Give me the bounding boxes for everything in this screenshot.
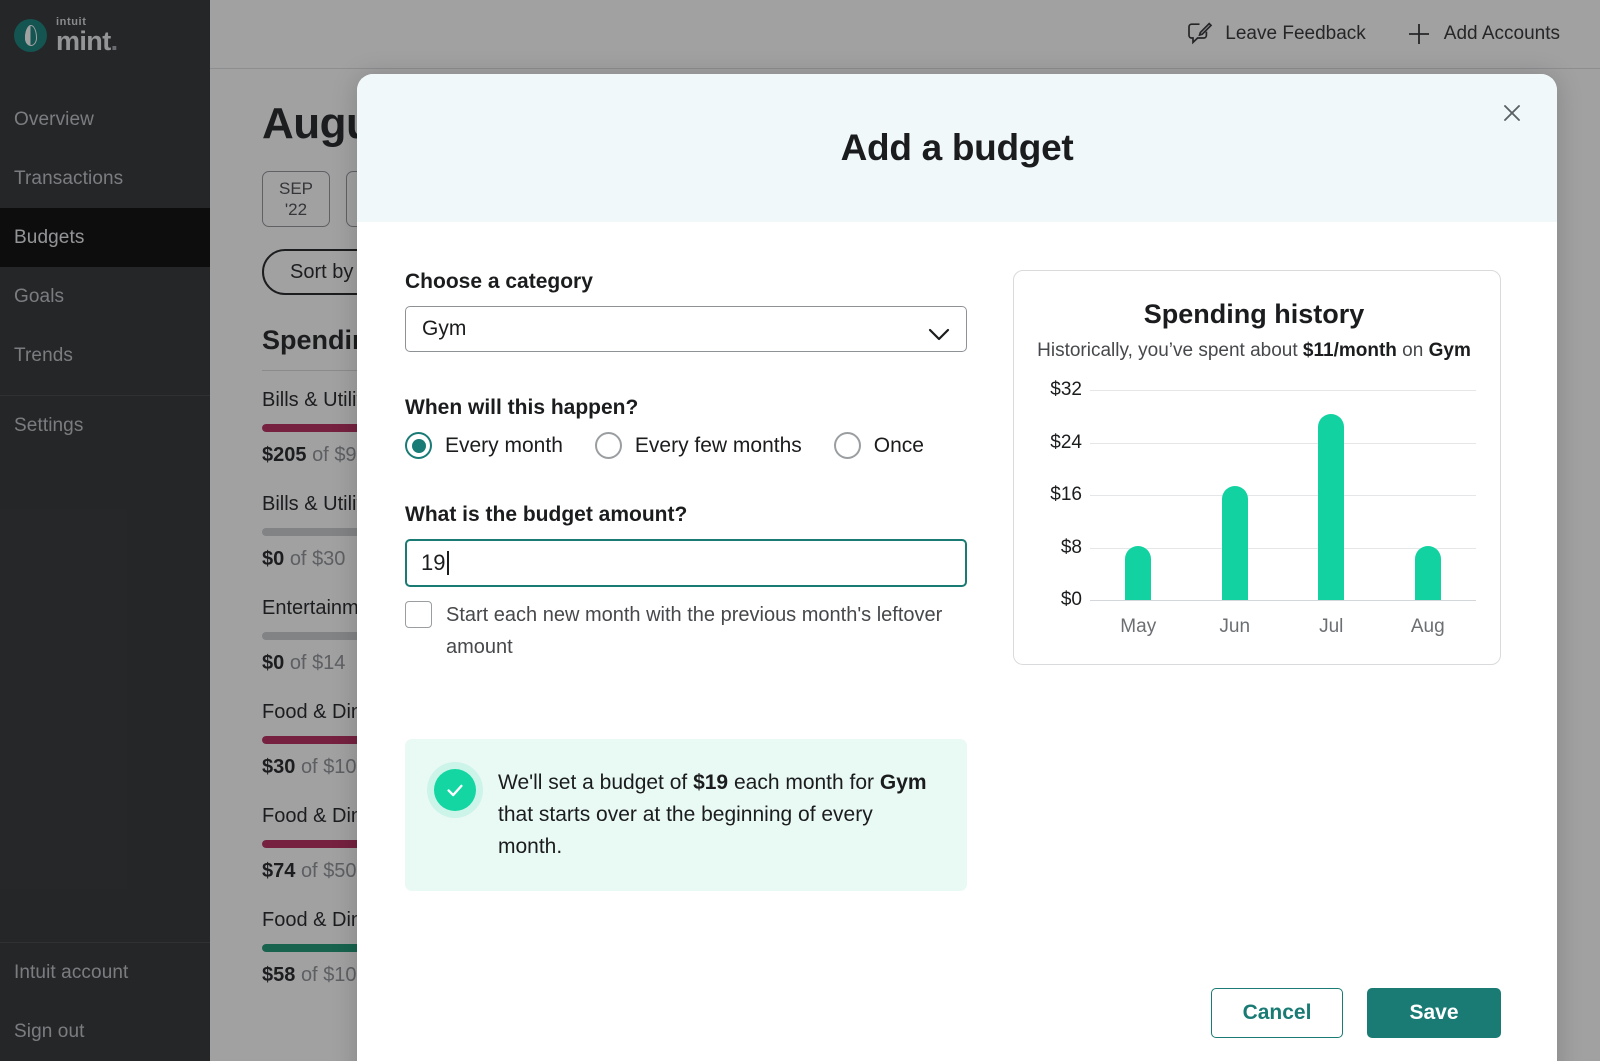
chart-x-tick: May (1120, 616, 1157, 637)
rollover-label: Start each new month with the previous m… (446, 604, 943, 658)
modal-body: Choose a category Gym When will this hap… (357, 222, 1557, 891)
chart-y-tick: $24 (1050, 431, 1082, 453)
chart-bar-jul[interactable] (1318, 414, 1345, 600)
spending-history-panel: Spending history Historically, you’ve sp… (1013, 270, 1501, 891)
callout-suffix: that starts over at the beginning of eve… (498, 802, 873, 858)
chart-x-axis: May Jun Jul Aug (1090, 616, 1476, 638)
chart-x-tick: Aug (1410, 616, 1445, 637)
radio-indicator[interactable] (405, 432, 432, 459)
chart-plot-area (1090, 390, 1476, 601)
frequency-label: When will this happen? (405, 396, 639, 419)
callout-prefix: We'll set a budget of (498, 771, 694, 794)
budget-summary-text: We'll set a budget of $19 each month for… (498, 767, 941, 863)
chart-subtitle: Historically, you’ve spent about $11/mon… (1032, 340, 1476, 362)
chart-sub-category: Gym (1428, 340, 1471, 361)
chart-bars (1090, 390, 1476, 600)
modal-footer: Cancel Save (1211, 988, 1501, 1038)
radio-indicator[interactable] (594, 432, 622, 459)
chart-sub-amount: $11/month (1302, 340, 1397, 361)
chart-x-tick: Jun (1219, 616, 1251, 637)
chart-bar-slot (1090, 545, 1187, 600)
close-x-icon[interactable] (1495, 96, 1529, 130)
frequency-option-label: Every few months (634, 433, 802, 457)
frequency-radio-group: Every month Every few months Once (405, 432, 967, 459)
modal-header: Add a budget (357, 74, 1557, 222)
frequency-option-label: Once (873, 433, 924, 457)
chart-title: Spending history (1143, 299, 1365, 329)
frequency-option-every-month[interactable]: Every month (405, 432, 563, 459)
callout-amount: $19 (693, 771, 729, 794)
save-button[interactable]: Save (1367, 988, 1501, 1038)
chart-bar-slot (1283, 414, 1380, 600)
chart-y-tick: $8 (1060, 536, 1082, 558)
app-root: August SEP '22 Sort by Spending Bills & … (0, 0, 1600, 1061)
chevron-down-icon (928, 323, 950, 340)
chart-y-tick: $0 (1060, 589, 1082, 610)
cancel-button[interactable]: Cancel (1211, 988, 1343, 1038)
callout-middle: each month for (728, 771, 880, 794)
frequency-option-every-few-months[interactable]: Every few months (594, 432, 802, 459)
chart-y-tick: $16 (1050, 484, 1082, 505)
chart-gridline (1090, 600, 1476, 601)
rollover-row[interactable]: Start each new month with the previous m… (405, 599, 967, 663)
check-circle-icon (434, 769, 476, 811)
chart-bar-aug[interactable] (1414, 545, 1441, 600)
text-caret (447, 551, 449, 575)
budget-amount-input[interactable]: 19 (405, 539, 967, 587)
category-label: Choose a category (405, 270, 593, 293)
budget-summary-callout: We'll set a budget of $19 each month for… (405, 739, 967, 891)
frequency-option-label: Every month (445, 433, 563, 457)
add-budget-modal: Add a budget Choose a category Gym When … (357, 74, 1557, 1061)
budget-form: Choose a category Gym When will this hap… (405, 270, 967, 891)
frequency-option-once[interactable]: Once (833, 432, 924, 459)
radio-indicator[interactable] (833, 432, 861, 459)
chart-bar-jun[interactable] (1221, 485, 1248, 600)
chart-y-axis: $32 $24 $16 $8 $0 (1032, 379, 1090, 610)
category-select[interactable]: Gym (405, 306, 967, 352)
rollover-checkbox[interactable] (405, 601, 432, 628)
budget-amount-value: 19 (421, 550, 446, 575)
chart-bar-may[interactable] (1125, 545, 1152, 600)
category-select-value: Gym (422, 317, 467, 340)
chart-x-tick: Jul (1319, 616, 1344, 637)
amount-label: What is the budget amount? (405, 503, 688, 526)
modal-title: Add a budget (840, 127, 1074, 168)
chart-y-tick: $32 (1050, 379, 1082, 400)
chart-bar-slot (1187, 485, 1284, 600)
chart-sub-middle: on (1396, 340, 1429, 361)
chart-plot: $32 $24 $16 $8 $0 (1032, 379, 1476, 610)
spending-history-card: Spending history Historically, you’ve sp… (1013, 270, 1501, 665)
chart-bar-slot (1380, 545, 1477, 600)
callout-category: Gym (879, 771, 927, 794)
chart-sub-prefix: Historically, you’ve spent about (1037, 340, 1303, 361)
